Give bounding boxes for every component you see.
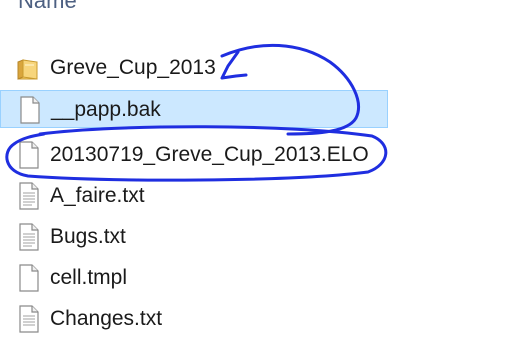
text-file-icon [19,223,39,251]
file-row-greve-cup-2013[interactable]: Greve_Cup_2013 [0,49,388,87]
name-column-header[interactable]: Name [18,0,77,14]
file-row-papp-bak[interactable]: __papp.bak [0,90,388,128]
file-row-cell-tmpl[interactable]: cell.tmpl [0,259,388,297]
folder-icon [17,59,38,80]
file-name: Bugs.txt [50,225,126,248]
file-name: __papp.bak [51,98,161,121]
file-name: Changes.txt [50,307,163,330]
file-name: Greve_Cup_2013 [50,56,216,79]
text-file-icon [19,182,39,210]
blank-file-icon [19,141,39,169]
file-name: cell.tmpl [50,266,128,289]
blank-file-icon [20,96,40,124]
text-file-icon [19,305,39,333]
file-row-a-faire-txt[interactable]: A_faire.txt [0,177,388,215]
file-row-bugs-txt[interactable]: Bugs.txt [0,218,388,256]
file-row-changes-txt[interactable]: Changes.txt [0,300,388,338]
file-name: A_faire.txt [50,184,145,207]
file-name: 20130719_Greve_Cup_2013.ELO [50,143,369,166]
blank-file-icon [19,264,39,292]
file-row-20130719-greve-cup-2013-elo[interactable]: 20130719_Greve_Cup_2013.ELO [0,136,388,174]
